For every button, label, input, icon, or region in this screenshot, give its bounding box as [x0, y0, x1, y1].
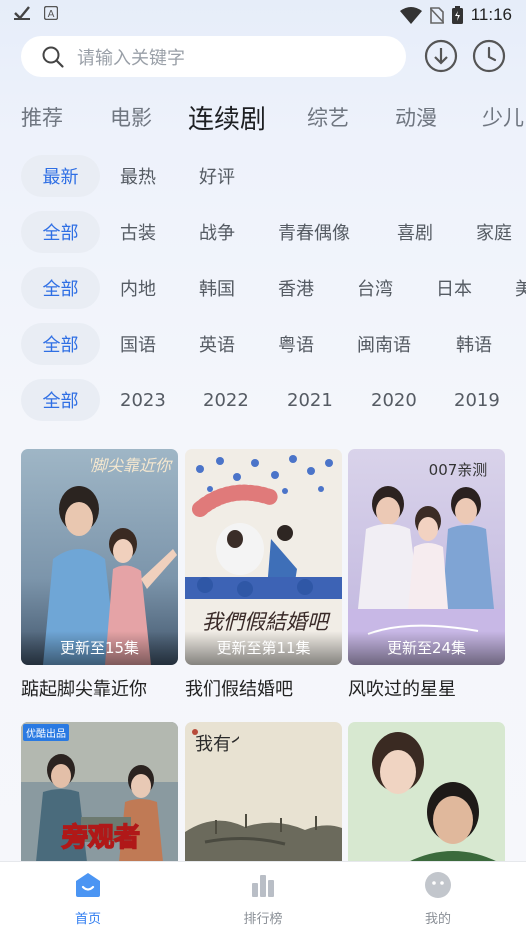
poster-image: 我有个朋友 — [185, 722, 342, 862]
filter-chip[interactable]: 喜剧 — [397, 211, 433, 253]
video-card[interactable] — [348, 722, 505, 862]
poster-image — [348, 722, 505, 862]
filter-chip[interactable]: 全部 — [21, 267, 100, 309]
filter-chip[interactable]: 全部 — [21, 379, 100, 421]
tab-series[interactable]: 连续剧 — [188, 96, 266, 138]
svg-text:踮起脚尖靠近你: 踮起脚尖靠近你 — [91, 456, 173, 475]
filter-chip[interactable]: 最热 — [120, 155, 156, 197]
filter-chip[interactable]: 香港 — [278, 267, 314, 309]
filter-chip[interactable]: 日本 — [436, 267, 472, 309]
filter-chip[interactable]: 古装 — [120, 211, 156, 253]
filter-row-year: 全部 2023 2022 2021 2020 2019 — [0, 379, 526, 421]
card-title: 我们假结婚吧 — [185, 679, 293, 700]
filter-chip[interactable]: 最新 — [21, 155, 100, 197]
filter-chip[interactable]: 2022 — [203, 379, 249, 421]
svg-text:007亲测: 007亲测 — [429, 461, 488, 479]
tab-variety[interactable]: 综艺 — [307, 96, 349, 138]
filter-chip[interactable]: 2020 — [371, 379, 417, 421]
poster-title-text: 我有个朋友 — [195, 734, 239, 755]
search-icon — [42, 46, 64, 68]
producer-badge: 优酷出品 — [23, 724, 69, 741]
filter-chip[interactable]: 家庭 — [476, 211, 512, 253]
poster-image: 踮起脚尖靠近你 更新至15集 — [21, 449, 178, 665]
filter-chip[interactable]: 闽南语 — [357, 323, 411, 365]
filter-chip[interactable]: 韩语 — [456, 323, 492, 365]
card-title: 踮起脚尖靠近你 — [21, 679, 147, 700]
video-card[interactable]: 踮起脚尖靠近你 更新至15集 踮起脚尖靠近你 — [21, 449, 178, 701]
battery-icon — [451, 6, 463, 24]
filter-chip[interactable]: 全部 — [21, 211, 100, 253]
nav-ranking[interactable]: 排行榜 — [213, 862, 313, 935]
no-sim-icon — [429, 6, 444, 24]
poster-image: 007亲测 更新至24集 — [348, 449, 505, 665]
filter-row-genre: 全部 古装 战争 青春偶像 喜剧 家庭 — [0, 211, 526, 253]
filter-chip[interactable]: 美 — [515, 267, 526, 309]
check-icon — [14, 6, 30, 20]
filter-chip[interactable]: 青春偶像 — [278, 211, 350, 253]
nav-home[interactable]: 首页 — [38, 862, 138, 935]
tab-recommend[interactable]: 推荐 — [21, 96, 63, 138]
svg-text:我有个朋友: 我有个朋友 — [195, 734, 239, 755]
status-time: 11:16 — [470, 5, 512, 24]
svg-text:A: A — [48, 9, 55, 20]
tab-anime[interactable]: 动漫 — [395, 96, 437, 138]
card-title: 风吹过的星星 — [348, 679, 456, 700]
filter-chip[interactable]: 英语 — [199, 323, 235, 365]
status-bar: A 11:16 — [0, 0, 526, 30]
filter-row-language: 全部 国语 英语 粤语 闽南语 韩语 — [0, 323, 526, 365]
nav-profile-label: 我的 — [424, 912, 451, 927]
filter-chip[interactable]: 2023 — [120, 379, 166, 421]
wifi-icon — [399, 6, 422, 24]
search-bar[interactable]: 请输入关键字 — [21, 36, 406, 77]
poster-image: 我們假結婚吧 更新至第11集 — [185, 449, 342, 665]
a-icon: A — [44, 6, 58, 20]
bottom-nav: 首页 排行榜 我的 — [0, 861, 526, 935]
filter-chip[interactable]: 韩国 — [199, 267, 235, 309]
episode-badge: 更新至第11集 — [185, 631, 342, 665]
chart-icon — [252, 875, 274, 897]
home-icon — [76, 873, 100, 897]
filter-row-region: 全部 内地 韩国 香港 台湾 日本 美 — [0, 267, 526, 309]
filter-chip[interactable]: 内地 — [120, 267, 156, 309]
svg-text:旁观者: 旁观者 — [61, 822, 140, 853]
nav-home-label: 首页 — [74, 912, 101, 927]
poster-image: 优酷出品 旁观者 — [21, 722, 178, 862]
poster-title-text: 旁观者 — [60, 821, 141, 854]
filter-chip[interactable]: 全部 — [21, 323, 100, 365]
filter-chip[interactable]: 台湾 — [357, 267, 393, 309]
video-card[interactable]: 优酷出品 旁观者 — [21, 722, 178, 862]
filter-chip[interactable]: 国语 — [120, 323, 156, 365]
poster-title-text: 007亲测 — [429, 461, 488, 479]
download-icon[interactable] — [424, 39, 458, 73]
category-tabs: 推荐 电影 连续剧 综艺 动漫 少儿 — [0, 96, 526, 138]
filter-chip[interactable]: 2021 — [287, 379, 333, 421]
poster-title-text: 踮起脚尖靠近你 — [91, 456, 173, 475]
tab-movies[interactable]: 电影 — [110, 96, 152, 138]
profile-icon — [425, 872, 451, 898]
search-input[interactable]: 请输入关键字 — [77, 44, 185, 70]
video-card[interactable]: 007亲测 更新至24集 风吹过的星星 — [348, 449, 505, 701]
nav-profile[interactable]: 我的 — [388, 862, 488, 935]
filter-chip[interactable]: 战争 — [199, 211, 235, 253]
nav-ranking-label: 排行榜 — [243, 912, 283, 927]
tab-kids[interactable]: 少儿 — [482, 96, 524, 138]
filter-row-sort: 最新 最热 好评 — [0, 155, 526, 197]
history-icon[interactable] — [472, 39, 506, 73]
filter-chip[interactable]: 好评 — [199, 155, 235, 197]
video-card[interactable]: 我有个朋友 — [185, 722, 342, 862]
episode-badge: 更新至24集 — [348, 631, 505, 665]
filter-chip[interactable]: 粤语 — [278, 323, 314, 365]
episode-badge: 更新至15集 — [21, 631, 178, 665]
video-card[interactable]: 我們假結婚吧 更新至第11集 我们假结婚吧 — [185, 449, 342, 701]
filter-chip[interactable]: 2019 — [454, 379, 500, 421]
